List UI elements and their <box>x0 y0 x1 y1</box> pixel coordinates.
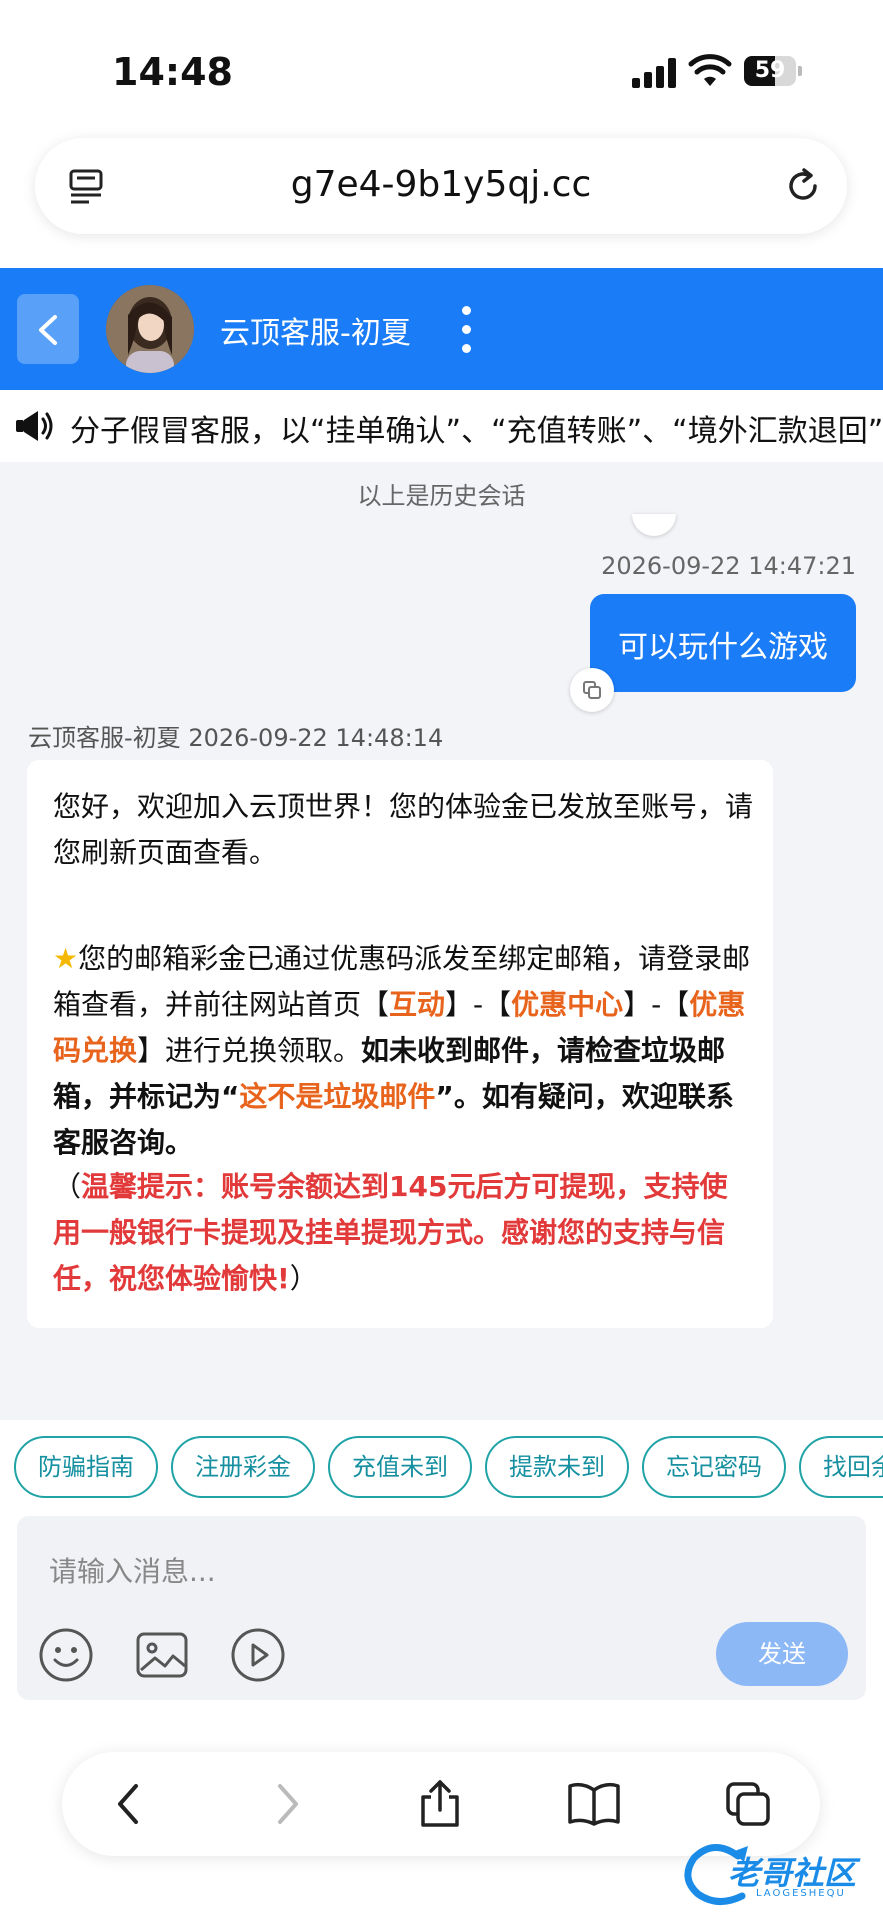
copy-button[interactable] <box>570 668 614 712</box>
agent-avatar[interactable] <box>106 285 194 373</box>
quick-reply-bar: 防骗指南 注册彩金 充值未到 提款未到 忘记密码 找回余额 <box>0 1420 883 1516</box>
agent-name: 云顶客服-初夏 <box>220 316 411 351</box>
agent-message-paragraph-2: ★您的邮箱彩金已通过优惠码派发至绑定邮箱，请登录邮箱查看，并前往网站首页【互动】… <box>53 942 751 1159</box>
agent-message-sender: 云顶客服-初夏 <box>28 724 181 752</box>
link-promo-center: 优惠中心 <box>511 988 624 1021</box>
chip-forgot-password[interactable]: 忘记密码 <box>642 1436 786 1498</box>
tabs-icon[interactable] <box>724 1780 772 1828</box>
battery-icon: 59 <box>744 56 802 86</box>
agent-message-bubble[interactable]: 您好，欢迎加入云顶世界！您的体验金已发放至账号，请您刷新页面查看。 ★您的邮箱彩… <box>27 760 773 1328</box>
copy-button-partial[interactable] <box>632 514 676 536</box>
url-text[interactable]: g7e4-9b1y5qj.cc <box>35 164 847 205</box>
chip-anti-fraud-guide[interactable]: 防骗指南 <box>14 1436 158 1498</box>
agent-message-timestamp: 2026-09-22 14:48:14 <box>188 724 444 752</box>
bookmarks-icon[interactable] <box>566 1780 622 1828</box>
message-composer: 发送 <box>17 1516 866 1700</box>
user-message-timestamp: 2026-09-22 14:47:21 <box>601 552 856 580</box>
chevron-left-icon <box>39 315 57 345</box>
chat-header: 云顶客服-初夏 <box>0 268 883 390</box>
status-time: 14:48 <box>112 50 233 94</box>
address-bar[interactable]: g7e4-9b1y5qj.cc <box>35 138 847 234</box>
browser-back-icon[interactable] <box>106 1780 154 1828</box>
chip-withdrawal-missing[interactable]: 提款未到 <box>485 1436 629 1498</box>
browser-forward-icon[interactable] <box>262 1780 310 1828</box>
battery-percent: 59 <box>754 58 786 83</box>
share-icon[interactable] <box>416 1780 464 1828</box>
chip-deposit-missing[interactable]: 充值未到 <box>328 1436 472 1498</box>
chip-recover-balance[interactable]: 找回余额 <box>799 1436 883 1498</box>
watermark-subtext: LAOGESHEQU <box>756 1888 846 1899</box>
history-divider: 以上是历史会话 <box>357 482 526 510</box>
wifi-icon <box>688 54 732 86</box>
image-icon[interactable] <box>133 1626 191 1684</box>
video-icon[interactable] <box>229 1626 287 1684</box>
user-message-text: 可以玩什么游戏 <box>618 630 828 665</box>
agent-message-paragraph-3: （温馨提示：账号余额达到145元后方可提现，支持使用一般银行卡提现及挂单提现方式… <box>53 1170 728 1295</box>
more-options-button[interactable] <box>454 306 478 354</box>
star-emoji-icon: ★ <box>53 942 79 975</box>
megaphone-icon <box>16 411 53 441</box>
cellular-signal-icon <box>632 58 676 88</box>
browser-toolbar: 老哥社区 LAOGESHEQU <box>0 1700 883 1920</box>
notice-text: 分子假冒客服，以“挂单确认”、“充值转账”、“境外汇款退回” <box>70 414 883 449</box>
emoji-icon[interactable] <box>37 1626 95 1684</box>
message-input[interactable] <box>17 1516 866 1626</box>
agent-message-paragraph-1: 您好，欢迎加入云顶世界！您的体验金已发放至账号，请您刷新页面查看。 <box>53 790 754 869</box>
chat-messages[interactable]: 以上是历史会话 2026-09-22 14:47:21 可以玩什么游戏 云顶客服… <box>0 462 883 1420</box>
chip-signup-bonus[interactable]: 注册彩金 <box>171 1436 315 1498</box>
reload-icon[interactable] <box>783 166 823 206</box>
warm-tip: 温馨提示：账号余额达到145元后方可提现，支持使用一般银行卡提现及挂单提现方式。… <box>53 1170 728 1295</box>
agent-message-meta: 云顶客服-初夏 2026-09-22 14:48:14 <box>28 718 443 753</box>
copy-icon <box>583 681 601 699</box>
link-interaction: 互动 <box>389 988 446 1021</box>
send-button[interactable]: 发送 <box>716 1622 848 1686</box>
notice-marquee: 分子假冒客服，以“挂单确认”、“充值转账”、“境外汇款退回” <box>0 390 883 462</box>
back-button[interactable] <box>17 294 79 364</box>
status-bar: 14:48 59 <box>0 0 883 120</box>
watermark-logo: 老哥社区 LAOGESHEQU <box>684 1840 874 1910</box>
user-message-bubble[interactable]: 可以玩什么游戏 <box>590 594 856 692</box>
